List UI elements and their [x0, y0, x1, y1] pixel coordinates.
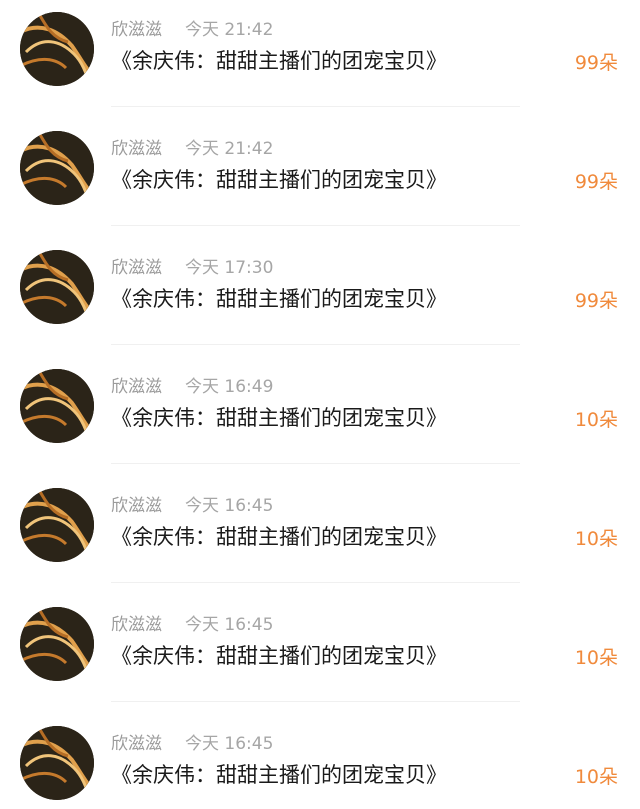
list-item[interactable]: 欣滋滋 今天 16:45 《余庆伟：甜甜主播们的团宠宝贝》 10朵	[0, 595, 640, 714]
divider	[111, 463, 520, 464]
timestamp: 今天 16:45	[185, 496, 274, 516]
user-name[interactable]: 欣滋滋	[111, 614, 162, 636]
avatar[interactable]	[20, 131, 94, 205]
list-item[interactable]: 欣滋滋 今天 21:42 《余庆伟：甜甜主播们的团宠宝贝》 99朵	[0, 0, 640, 119]
list-item[interactable]: 欣滋滋 今天 17:30 《余庆伟：甜甜主播们的团宠宝贝》 99朵	[0, 238, 640, 357]
avatar[interactable]	[20, 250, 94, 324]
item-title[interactable]: 《余庆伟：甜甜主播们的团宠宝贝》	[111, 404, 447, 432]
gift-count: 99朵	[574, 52, 618, 74]
user-name[interactable]: 欣滋滋	[111, 733, 162, 755]
divider	[111, 344, 520, 345]
divider	[111, 701, 520, 702]
list-item[interactable]: 欣滋滋 今天 21:42 《余庆伟：甜甜主播们的团宠宝贝》 99朵	[0, 119, 640, 238]
avatar[interactable]	[20, 369, 94, 443]
item-title[interactable]: 《余庆伟：甜甜主播们的团宠宝贝》	[111, 47, 447, 75]
avatar[interactable]	[20, 607, 94, 681]
gift-count: 10朵	[574, 528, 618, 550]
list-item[interactable]: 欣滋滋 今天 16:45 《余庆伟：甜甜主播们的团宠宝贝》 10朵	[0, 476, 640, 595]
avatar[interactable]	[20, 488, 94, 562]
gift-count: 10朵	[574, 766, 618, 788]
timestamp: 今天 21:42	[185, 139, 274, 159]
gift-count: 10朵	[574, 647, 618, 669]
divider	[111, 225, 520, 226]
user-name[interactable]: 欣滋滋	[111, 257, 162, 279]
timestamp: 今天 17:30	[185, 258, 274, 278]
avatar[interactable]	[20, 12, 94, 86]
avatar[interactable]	[20, 726, 94, 800]
divider	[111, 106, 520, 107]
item-title[interactable]: 《余庆伟：甜甜主播们的团宠宝贝》	[111, 166, 447, 194]
user-name[interactable]: 欣滋滋	[111, 376, 162, 398]
item-title[interactable]: 《余庆伟：甜甜主播们的团宠宝贝》	[111, 285, 447, 313]
timestamp: 今天 16:49	[185, 377, 274, 397]
gift-count: 10朵	[574, 409, 618, 431]
gift-count: 99朵	[574, 290, 618, 312]
gift-record-list: 欣滋滋 今天 21:42 《余庆伟：甜甜主播们的团宠宝贝》 99朵 欣滋滋 今天…	[0, 0, 640, 809]
divider	[111, 582, 520, 583]
list-item[interactable]: 欣滋滋 今天 16:49 《余庆伟：甜甜主播们的团宠宝贝》 10朵	[0, 357, 640, 476]
timestamp: 今天 21:42	[185, 20, 274, 40]
item-title[interactable]: 《余庆伟：甜甜主播们的团宠宝贝》	[111, 642, 447, 670]
user-name[interactable]: 欣滋滋	[111, 19, 162, 41]
list-item[interactable]: 欣滋滋 今天 16:45 《余庆伟：甜甜主播们的团宠宝贝》 10朵	[0, 714, 640, 809]
user-name[interactable]: 欣滋滋	[111, 138, 162, 160]
item-title[interactable]: 《余庆伟：甜甜主播们的团宠宝贝》	[111, 761, 447, 789]
gift-count: 99朵	[574, 171, 618, 193]
timestamp: 今天 16:45	[185, 615, 274, 635]
item-title[interactable]: 《余庆伟：甜甜主播们的团宠宝贝》	[111, 523, 447, 551]
user-name[interactable]: 欣滋滋	[111, 495, 162, 517]
timestamp: 今天 16:45	[185, 734, 274, 754]
